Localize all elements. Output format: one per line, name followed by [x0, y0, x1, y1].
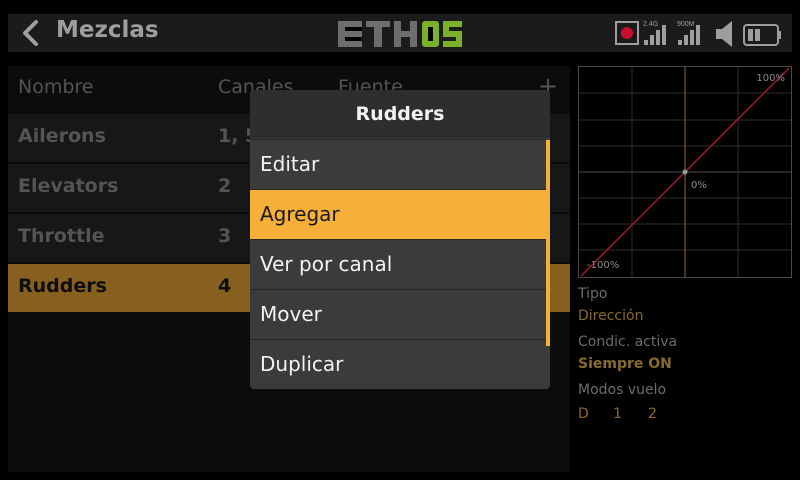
flight-mode-2: 2 — [648, 406, 657, 422]
active-condition-value: Siempre ON — [578, 356, 672, 372]
menu-item-label: Editar — [260, 152, 320, 176]
menu-item-ver-por-canal[interactable]: Ver por canal — [250, 239, 546, 289]
rx-signal-icon — [644, 25, 666, 45]
curve-graph: 100% 0% -100% — [578, 66, 792, 278]
menu-item-mover[interactable]: Mover — [250, 289, 546, 339]
chevron-left-icon — [23, 20, 38, 46]
flight-mode-d: D — [578, 406, 589, 422]
battery-icon — [743, 24, 781, 46]
ethos-logo — [338, 21, 462, 47]
speaker-icon — [716, 21, 732, 47]
menu-item-label: Ver por canal — [260, 252, 393, 276]
curve-plot — [579, 67, 791, 277]
menu-item-label: Agregar — [260, 202, 340, 226]
record-icon — [615, 21, 639, 45]
header-bar: Mezclas 2.4G 900M — [0, 0, 800, 66]
rx-label: 2.4G — [643, 21, 658, 28]
ext-signal-icon — [678, 25, 700, 45]
menu-item-editar[interactable]: Editar — [250, 139, 546, 189]
tipo-label: Tipo — [578, 286, 608, 302]
flight-modes-label: Modos vuelo — [578, 382, 667, 398]
status-icons: 2.4G 900M — [615, 21, 781, 47]
back-button[interactable] — [14, 16, 48, 50]
graph-max-label: 100% — [756, 73, 785, 84]
mix-details-panel: 100% 0% -100% Tipo Dirección Condic. act… — [578, 66, 792, 472]
active-condition-label: Condic. activa — [578, 334, 678, 350]
tipo-value: Dirección — [578, 308, 644, 324]
menu-title: Rudders — [250, 90, 550, 138]
graph-center-label: 0% — [691, 180, 707, 191]
menu-item-label: Duplicar — [260, 352, 344, 376]
graph-min-label: -100% — [587, 260, 620, 271]
menu-item-agregar[interactable]: Agregar — [250, 189, 546, 239]
context-menu: Rudders Editar Agregar Ver por canal Mov… — [250, 90, 550, 389]
ext-label: 900M — [677, 21, 695, 28]
menu-item-label: Mover — [260, 302, 322, 326]
menu-scrollbar[interactable] — [546, 140, 550, 346]
page-title: Mezclas — [56, 17, 159, 43]
flight-mode-1: 1 — [613, 406, 622, 422]
menu-item-duplicar[interactable]: Duplicar — [250, 339, 546, 389]
curve-center-point — [682, 169, 688, 175]
